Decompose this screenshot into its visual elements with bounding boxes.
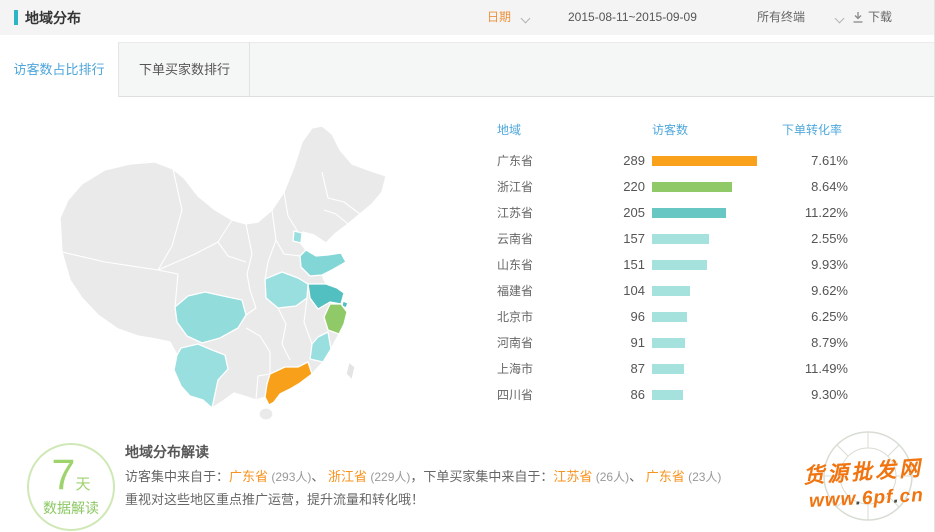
visitor-bar [652,390,683,400]
visitor-bar [652,260,707,270]
table-row: 上海市8711.49% [0,356,935,382]
conversion-value: 9.93% [760,252,848,278]
table-row: 福建省1049.62% [0,278,935,304]
visitor-count-note: (26人) [592,470,629,484]
insight-line1: 访客集中来自于：广东省 (293人)、 浙江省 (229人)，下单买家集中来自于… [125,466,721,485]
map-island-hainan [259,408,273,420]
visitor-bar [652,364,684,374]
title-wrap: 地域分布 [14,0,81,35]
visitor-count: 86 [565,382,645,408]
table-row: 云南省1572.55% [0,226,935,252]
province-link[interactable]: 江苏省 [553,469,592,484]
date-range-value: 2015-08-11~2015-09-09 [568,0,697,35]
visitor-count-note: (293人) [268,470,311,484]
visitor-count: 96 [565,304,645,330]
conversion-value: 11.49% [760,356,848,382]
column-header-conversion: 下单转化率 [782,120,842,140]
tab-visitor-ranking[interactable]: 访客数占比排行 [0,42,119,97]
visitor-bar [652,312,687,322]
conversion-value: 9.30% [760,382,848,408]
visitor-count: 157 [565,226,645,252]
visitor-count: 104 [565,278,645,304]
visitor-count-note: (23人) [685,470,722,484]
badge-days-unit: 天 [75,476,90,493]
visitor-bar [652,234,709,244]
visitor-count: 151 [565,252,645,278]
table-row: 广东省2897.61% [0,148,935,174]
date-filter[interactable]: 日期 [487,0,511,35]
regional-distribution-panel: 地域分布 日期 2015-08-11~2015-09-09 所有终端 下载 访客… [0,0,935,532]
tabstrip: 访客数占比排行 下单买家数排行 [0,42,935,97]
visitor-count-note: (229人) [367,470,410,484]
insight-text: ，下单买家集中来自于： [410,469,553,484]
province-link[interactable]: 广东省 [229,469,268,484]
visitor-count: 87 [565,356,645,382]
column-header-visitors: 访客数 [652,120,688,140]
conversion-value: 11.22% [760,200,848,226]
visitor-bar [652,286,690,296]
insight-heading: 地域分布解读 [125,442,209,462]
site-watermark: 货源批发网 www.6pf.cn [795,440,935,532]
visitor-bar [652,338,685,348]
terminal-filter[interactable]: 所有终端 [757,0,805,35]
download-icon [852,11,864,24]
insight-text: 、 [311,469,328,484]
column-header-region: 地域 [497,120,521,140]
conversion-value: 8.79% [760,330,848,356]
conversion-value: 6.25% [760,304,848,330]
visitor-bar [652,156,757,166]
table-row: 山东省1519.93% [0,252,935,278]
download-label: 下载 [868,0,892,35]
conversion-value: 2.55% [760,226,848,252]
region-table-body: 广东省2897.61%浙江省2208.64%江苏省20511.22%云南省157… [0,148,935,408]
visitor-count: 289 [565,148,645,174]
download-button[interactable]: 下载 [852,0,892,35]
conversion-value: 8.64% [760,174,848,200]
table-row: 河南省918.79% [0,330,935,356]
tab-buyer-ranking[interactable]: 下单买家数排行 [120,42,250,97]
conversion-value: 7.61% [760,148,848,174]
visitor-bar [652,182,732,192]
badge-caption: 数据解读 [29,498,113,518]
chevron-down-icon[interactable] [521,14,531,24]
insight-text: 、 [629,469,646,484]
table-row: 浙江省2208.64% [0,174,935,200]
page-title: 地域分布 [25,8,81,28]
visitor-count: 220 [565,174,645,200]
visitor-bar [652,208,726,218]
visitor-count: 205 [565,200,645,226]
panel-header: 地域分布 日期 2015-08-11~2015-09-09 所有终端 下载 [0,0,935,35]
insight-text: 访客集中来自于： [125,469,229,484]
insight-line2: 重视对这些地区重点推广运营，提升流量和转化哦！ [125,489,424,508]
title-accent-bar [14,10,18,25]
chevron-down-icon[interactable] [835,14,845,24]
table-row: 江苏省20511.22% [0,200,935,226]
visitor-count: 91 [565,330,645,356]
seven-day-badge: 7天 数据解读 [27,443,115,531]
conversion-value: 9.62% [760,278,848,304]
province-link[interactable]: 广东省 [646,469,685,484]
table-row: 北京市966.25% [0,304,935,330]
badge-days-number: 7 [52,451,76,499]
province-link[interactable]: 浙江省 [328,469,367,484]
table-row: 四川省869.30% [0,382,935,408]
